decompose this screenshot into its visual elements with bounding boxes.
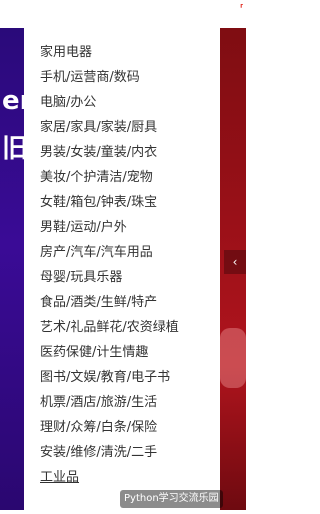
category-menu: 家用电器 手机/运营商/数码 电脑/办公 家居/家具/家装/厨具 男装/女装/童…: [30, 28, 213, 512]
category-phones-digital[interactable]: 手机/运营商/数码: [40, 68, 140, 88]
category-womens-shoes-bags[interactable]: 女鞋/箱包/钟表/珠宝: [40, 193, 157, 213]
carousel-prev-button[interactable]: ‹: [224, 250, 246, 274]
top-corner-mark: ⸢: [239, 2, 244, 15]
category-property-auto[interactable]: 房产/汽车/汽车用品: [40, 243, 153, 263]
category-health[interactable]: 医药保健/计生情趣: [40, 343, 148, 363]
category-computers-office[interactable]: 电脑/办公: [40, 93, 96, 113]
watermark-text: Python学习交流乐园: [124, 493, 219, 504]
category-industrial[interactable]: 工业品: [40, 468, 79, 488]
category-baby-toys[interactable]: 母婴/玩具乐器: [40, 268, 122, 288]
banner-text-fragment-2: 旧: [2, 134, 24, 164]
top-bar: ⸢: [0, 0, 246, 26]
chevron-left-icon: ‹: [232, 255, 238, 269]
category-finance[interactable]: 理财/众筹/白条/保险: [40, 418, 157, 438]
category-beauty-pets[interactable]: 美妆/个护清洁/宠物: [40, 168, 153, 188]
banner-text-fragment-1: er: [2, 86, 24, 116]
category-travel[interactable]: 机票/酒店/旅游/生活: [40, 393, 157, 413]
category-services[interactable]: 安装/维修/清洗/二手: [40, 443, 157, 463]
category-art-gifts[interactable]: 艺术/礼品鲜花/农资绿植: [40, 318, 179, 338]
category-home-furniture[interactable]: 家居/家具/家装/厨具: [40, 118, 157, 138]
category-books-education[interactable]: 图书/文娱/教育/电子书: [40, 368, 170, 388]
category-home-appliances[interactable]: 家用电器: [40, 43, 92, 63]
category-apparel[interactable]: 男装/女装/童装/内衣: [40, 143, 157, 163]
category-mens-shoes-outdoor[interactable]: 男鞋/运动/户外: [40, 218, 127, 238]
banner-decoration: [220, 328, 246, 388]
watermark: Python学习交流乐园: [120, 490, 223, 508]
category-food-drinks[interactable]: 食品/酒类/生鲜/特产: [40, 293, 157, 313]
left-banner-image[interactable]: er 旧: [0, 28, 24, 510]
